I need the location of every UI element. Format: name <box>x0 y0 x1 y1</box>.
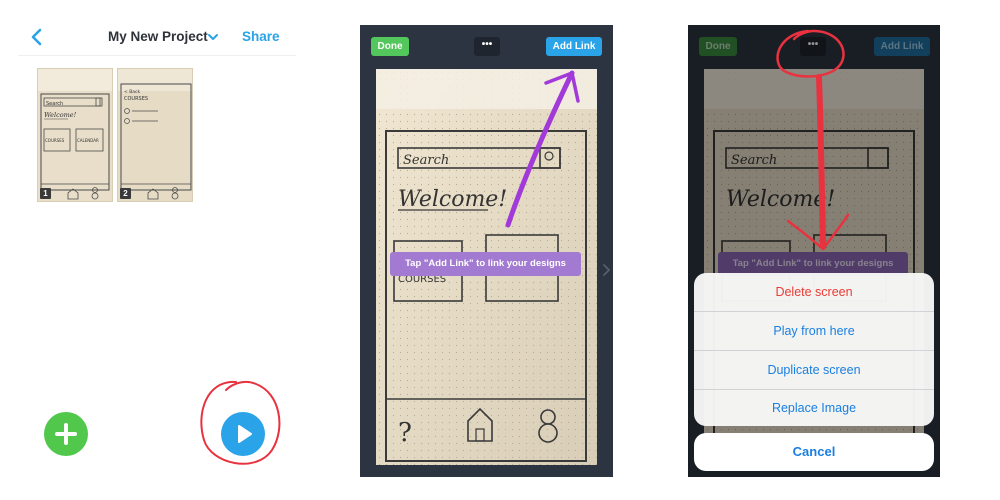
sketch-search-text: Search <box>403 153 449 168</box>
thumbnail-number: 2 <box>120 188 131 199</box>
add-link-hint-banner: Tap "Add Link" to link your designs <box>390 252 581 276</box>
add-screen-button[interactable] <box>44 412 88 456</box>
chevron-right-icon[interactable] <box>601 263 611 277</box>
screen-options-panel: Done ••• Add Link Search Welcome! Tap "A… <box>688 25 940 477</box>
svg-text:CALENDAR: CALENDAR <box>77 138 99 143</box>
screen-thumbnail-2[interactable]: < Back COURSES 2 <box>117 68 193 202</box>
share-button[interactable]: Share <box>242 29 280 44</box>
svg-text:Welcome!: Welcome! <box>44 111 77 119</box>
action-sheet: Delete screen Play from here Duplicate s… <box>694 273 934 426</box>
screen-editor-panel: Done ••• Add Link Search Welcome! COURSE… <box>360 25 613 477</box>
sketch-help-glyph: ? <box>398 418 412 448</box>
svg-text:< Back: < Back <box>124 89 141 95</box>
sketch-courses-thumbnail: < Back COURSES <box>118 69 192 201</box>
done-button[interactable]: Done <box>371 37 409 56</box>
project-overview-panel: My New Project Share Search Welcome! COU… <box>18 18 296 488</box>
sketch-home-thumbnail: Search Welcome! COURSES CALENDAR <box>38 69 112 201</box>
replace-image-button[interactable]: Replace Image <box>694 389 934 426</box>
play-button[interactable] <box>221 412 265 456</box>
sketch-welcome-text: Welcome! <box>398 187 507 212</box>
more-options-button[interactable]: ••• <box>474 37 500 56</box>
svg-text:COURSES: COURSES <box>45 138 65 143</box>
add-link-button[interactable]: Add Link <box>546 37 602 56</box>
play-from-here-button[interactable]: Play from here <box>694 312 934 350</box>
cancel-button[interactable]: Cancel <box>694 433 934 471</box>
plus-icon <box>55 423 77 445</box>
screen-thumbnail-1[interactable]: Search Welcome! COURSES CALENDAR 1 <box>37 68 113 202</box>
svg-text:COURSES: COURSES <box>124 96 148 102</box>
duplicate-screen-button[interactable]: Duplicate screen <box>694 351 934 389</box>
chevron-down-icon[interactable] <box>206 30 220 44</box>
project-title[interactable]: My New Project <box>108 29 208 44</box>
svg-text:Search: Search <box>46 101 63 107</box>
project-header: My New Project Share <box>18 18 296 56</box>
delete-screen-button[interactable]: Delete screen <box>694 273 934 311</box>
thumbnail-number: 1 <box>40 188 51 199</box>
play-icon <box>238 425 252 443</box>
chevron-left-icon[interactable] <box>28 26 46 48</box>
